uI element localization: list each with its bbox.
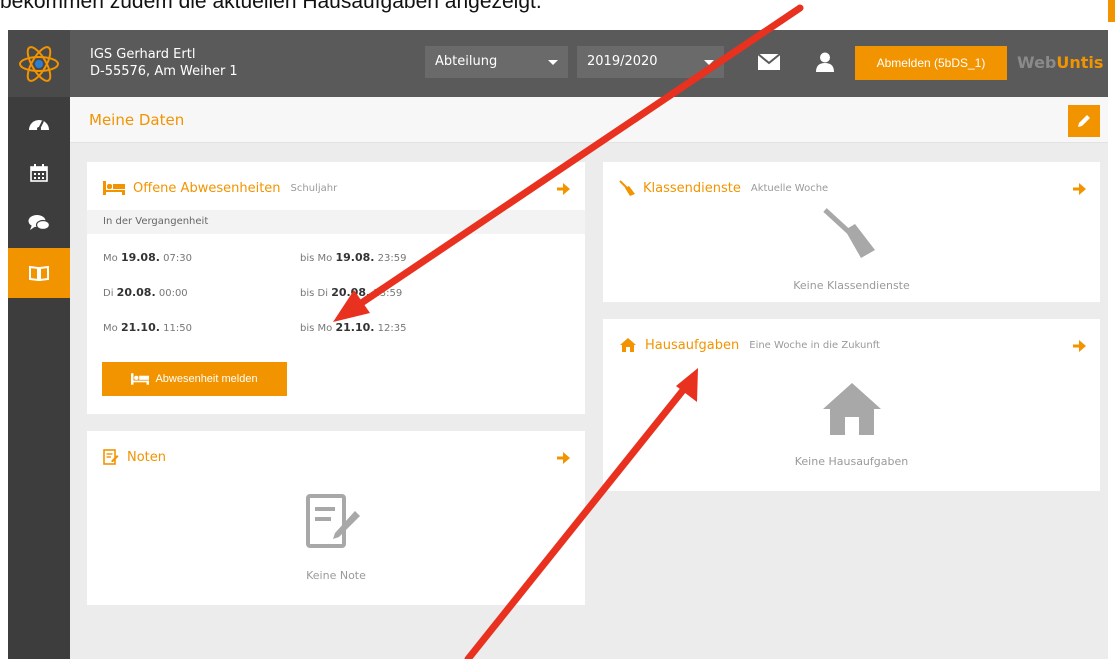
page-header: Meine Daten: [70, 97, 1108, 143]
arrow-right-icon: [1073, 340, 1086, 352]
no-grades-icon: [305, 493, 361, 553]
class-duties-card-header[interactable]: Klassendienste Aktuelle Woche: [619, 178, 828, 198]
pencil-icon: [1078, 115, 1090, 127]
home-icon: [620, 338, 636, 352]
homework-card: Hausaufgaben Eine Woche in die Zukunft K…: [603, 319, 1100, 491]
no-grades-text: Keine Note: [306, 569, 366, 582]
class-duties-card: Klassendienste Aktuelle Woche Keine Klas…: [603, 162, 1100, 302]
bed-icon: [103, 181, 125, 195]
school-logo[interactable]: [8, 30, 70, 97]
absence-row[interactable]: Mo 19.08. 07:30 bis Mo 19.08. 23:59: [103, 251, 573, 265]
brand-untis: Untis: [1056, 53, 1104, 72]
department-select-value: Abteilung: [435, 54, 498, 69]
class-duties-more-button[interactable]: [1073, 180, 1086, 199]
arrow-right-icon: [557, 183, 570, 195]
grades-title: Noten: [127, 449, 167, 465]
arrow-right-icon: [557, 452, 570, 464]
absence-row[interactable]: Mo 21.10. 11:50 bis Mo 21.10. 12:35: [103, 321, 573, 335]
absence-to: bis Mo 21.10. 12:35: [300, 321, 407, 334]
report-absence-label: Abwesenheit melden: [155, 373, 258, 385]
dashboard-icon: [29, 120, 49, 131]
webuntis-app: IGS Gerhard Ertl D-55576, Am Weiher 1 Ab…: [8, 30, 1108, 659]
sidebar-item-dashboard[interactable]: [8, 98, 70, 148]
logout-button[interactable]: Abmelden (5bDS_1): [855, 46, 1007, 80]
arrow-right-icon: [1073, 183, 1086, 195]
absences-title: Offene Abwesenheiten: [133, 180, 281, 196]
homework-more-button[interactable]: [1073, 337, 1086, 356]
no-class-duties-text: Keine Klassendienste: [793, 279, 910, 292]
profile-button[interactable]: [816, 52, 834, 76]
edit-button[interactable]: [1068, 105, 1100, 137]
absence-to: bis Di 20.08. 23:59: [300, 286, 403, 299]
no-homework-text: Keine Hausaufgaben: [794, 455, 909, 468]
grades-card-header[interactable]: Noten: [103, 447, 166, 467]
corner-accent-mark: [1108, 0, 1115, 22]
school-address: D-55576, Am Weiher 1: [90, 64, 238, 79]
absences-card: Offene Abwesenheiten Schuljahr In der Ve…: [87, 162, 585, 414]
user-icon: [816, 52, 834, 72]
absence-from: Mo 21.10. 11:50: [103, 321, 192, 334]
instruction-caption: bekommen zudem die aktuellen Hausaufgabe…: [0, 0, 542, 13]
school-info: IGS Gerhard Ertl D-55576, Am Weiher 1: [90, 46, 238, 80]
top-bar: IGS Gerhard Ertl D-55576, Am Weiher 1 Ab…: [8, 30, 1108, 97]
no-class-duties-icon: [821, 206, 881, 266]
grades-more-button[interactable]: [557, 449, 570, 468]
absence-from: Di 20.08. 00:00: [103, 286, 188, 299]
past-section-label: In der Vergangenheit: [87, 210, 585, 234]
class-duties-title: Klassendienste: [643, 180, 741, 196]
chevron-down-icon: [548, 60, 558, 65]
book-icon: [29, 265, 49, 281]
absence-row[interactable]: Di 20.08. 00:00 bis Di 20.08. 23:59: [103, 286, 573, 300]
page-title: Meine Daten: [89, 111, 185, 129]
absence-from: Mo 19.08. 07:30: [103, 251, 192, 264]
school-year-select[interactable]: 2019/2020: [577, 46, 724, 78]
brand-web: Web: [1017, 53, 1057, 72]
school-year-select-value: 2019/2020: [587, 54, 658, 69]
no-homework-icon: [821, 381, 883, 441]
absences-card-header[interactable]: Offene Abwesenheiten Schuljahr: [103, 178, 337, 198]
mail-button[interactable]: [757, 52, 781, 76]
school-name: IGS Gerhard Ertl: [90, 47, 196, 62]
sidebar: [8, 97, 70, 659]
messages-icon: [28, 215, 50, 231]
report-absence-button[interactable]: Abwesenheit melden: [102, 362, 287, 396]
atom-logo-icon: [19, 45, 59, 82]
absences-more-button[interactable]: [557, 180, 570, 199]
calendar-icon: [30, 164, 48, 182]
sidebar-item-messages[interactable]: [8, 198, 70, 248]
class-duties-subtitle: Aktuelle Woche: [750, 182, 829, 194]
department-select[interactable]: Abteilung: [425, 46, 568, 78]
grade-sheet-icon: [103, 449, 119, 465]
broom-icon: [619, 180, 635, 196]
sidebar-item-my-data[interactable]: [8, 248, 70, 298]
grades-card: Noten Keine Note: [87, 431, 585, 605]
bed-icon: [131, 373, 150, 385]
sidebar-item-timetable[interactable]: [8, 148, 70, 198]
mail-icon: [757, 53, 781, 70]
homework-subtitle: Eine Woche in die Zukunft: [749, 339, 880, 351]
chevron-down-icon: [704, 60, 714, 65]
absences-subtitle: Schuljahr: [290, 182, 338, 194]
absence-to: bis Mo 19.08. 23:59: [300, 251, 407, 264]
webuntis-brand: WebUntis: [1017, 53, 1103, 72]
homework-card-header[interactable]: Hausaufgaben Eine Woche in die Zukunft: [619, 335, 880, 355]
homework-title: Hausaufgaben: [645, 337, 740, 353]
